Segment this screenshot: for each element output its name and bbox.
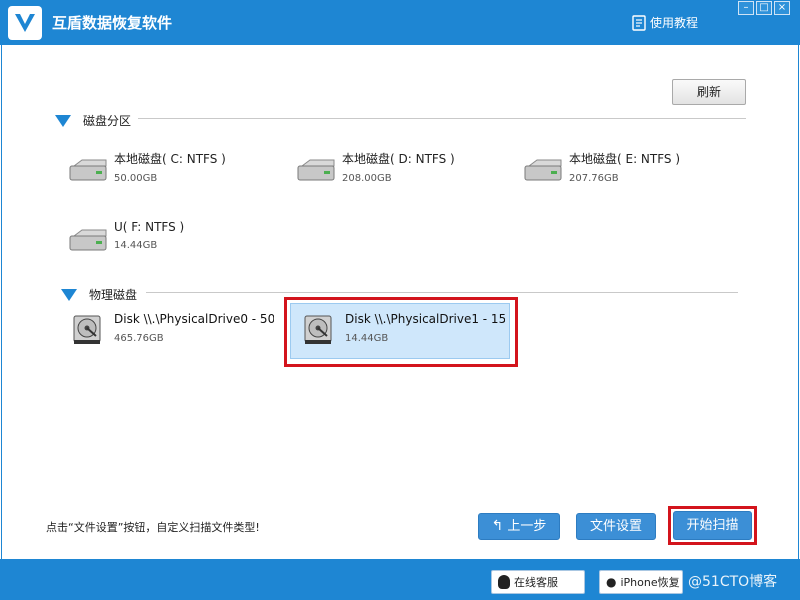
start-scan-button[interactable]: 开始扫描 [673, 511, 752, 540]
section-divider [138, 118, 746, 119]
drive-item-c[interactable]: 本地磁盘( C: NTFS ) 50.00GB [68, 150, 226, 188]
drive-name: U( F: NTFS ) [114, 220, 185, 234]
penguin-icon [498, 575, 510, 589]
partitions-section-label: 磁盘分区 [83, 114, 132, 128]
physical-drive-item-1[interactable]: Disk \\.\PhysicalDrive1 - 15 ( 14.44GB [290, 303, 510, 359]
close-button[interactable]: × [774, 1, 790, 15]
drive-name: 本地磁盘( D: NTFS ) [342, 152, 455, 166]
iphone-recovery-button[interactable]: ● iPhone恢复 [599, 570, 683, 594]
physical-drive-name: Disk \\.\PhysicalDrive0 - 500 [114, 312, 274, 326]
refresh-button[interactable]: 刷新 [672, 79, 746, 105]
physical-section-header[interactable]: 物理磁盘 [61, 286, 137, 303]
footer-bar: 在线客服 ● iPhone恢复 [0, 559, 800, 600]
hard-drive-icon [69, 159, 107, 181]
collapse-triangle-icon [61, 288, 77, 301]
drive-size: 208.00GB [342, 173, 392, 184]
help-label: 使用教程 [650, 16, 699, 30]
section-divider [146, 292, 738, 293]
drive-item-e[interactable]: 本地磁盘( E: NTFS ) 207.76GB [523, 150, 680, 188]
drive-name: 本地磁盘( C: NTFS ) [114, 152, 226, 166]
drive-item-f[interactable]: U( F: NTFS ) 14.44GB [68, 220, 184, 258]
hard-drive-icon [524, 159, 562, 181]
hdd-icon [73, 315, 101, 344]
help-tutorial-link[interactable]: 使用教程 [632, 14, 698, 31]
drive-item-d[interactable]: 本地磁盘( D: NTFS ) 208.00GB [296, 150, 455, 188]
document-icon [632, 14, 646, 31]
apple-icon: ● [606, 575, 617, 589]
drive-name: 本地磁盘( E: NTFS ) [569, 152, 681, 166]
physical-drive-size: 465.76GB [114, 333, 164, 344]
hint-text: 点击“文件设置”按钮，自定义扫描文件类型! [46, 521, 260, 534]
collapse-triangle-icon [55, 114, 71, 127]
drive-size: 14.44GB [114, 240, 158, 251]
title-bar: 互盾数据恢复软件 使用教程 – □ × [0, 0, 800, 45]
back-label: 上一步 [507, 519, 547, 534]
app-logo-icon [8, 6, 42, 40]
online-support-label: 在线客服 [514, 576, 558, 589]
physical-section-label: 物理磁盘 [89, 288, 138, 302]
partitions-section-header[interactable]: 磁盘分区 [55, 112, 131, 129]
iphone-recovery-label: iPhone恢复 [620, 576, 680, 589]
file-settings-button[interactable]: 文件设置 [576, 513, 656, 540]
watermark-text: @51CTO博客 [688, 574, 778, 590]
hdd-icon [304, 315, 332, 344]
back-button[interactable]: ↰ 上一步 [478, 513, 560, 540]
drive-size: 207.76GB [569, 173, 619, 184]
minimize-button[interactable]: – [738, 1, 754, 15]
hard-drive-icon [69, 229, 107, 251]
physical-drive-size: 14.44GB [345, 333, 389, 344]
physical-drive-item-0[interactable]: Disk \\.\PhysicalDrive0 - 500 465.76GB [70, 312, 276, 358]
app-title: 互盾数据恢复软件 [52, 14, 173, 32]
back-arrow-icon: ↰ [491, 518, 504, 534]
online-support-button[interactable]: 在线客服 [491, 570, 585, 594]
maximize-button[interactable]: □ [756, 1, 772, 15]
drive-size: 50.00GB [114, 173, 158, 184]
physical-drive-name: Disk \\.\PhysicalDrive1 - 15 ( [345, 312, 505, 326]
hard-drive-icon [297, 159, 335, 181]
